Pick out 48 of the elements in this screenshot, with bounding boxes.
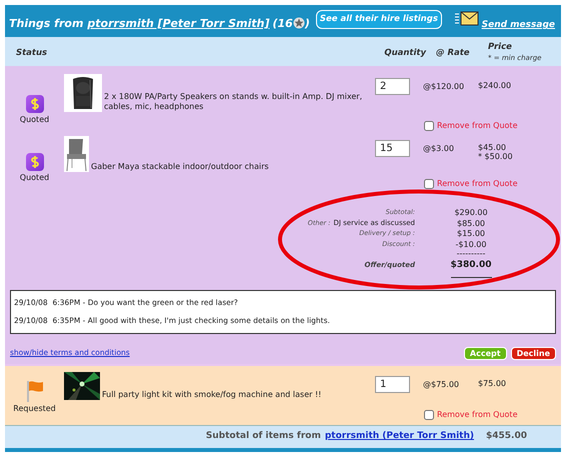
- remove-checkbox[interactable]: [424, 179, 434, 189]
- dollar-icon: [26, 95, 44, 113]
- summary-value: -$10.00: [454, 240, 488, 250]
- decline-button[interactable]: Decline: [510, 346, 556, 360]
- status-label: Quoted: [20, 114, 50, 126]
- flag-icon: [26, 380, 44, 402]
- summary-value: $85.00: [456, 218, 486, 229]
- envelope-icon: [454, 10, 479, 26]
- price-text: $75.00: [478, 378, 507, 388]
- rating-close: ): [304, 16, 310, 32]
- send-message-link[interactable]: Send message: [482, 19, 555, 33]
- quantity-field[interactable]: 15: [375, 140, 410, 157]
- status-label: Quoted: [20, 172, 50, 184]
- remove-link[interactable]: Remove from Quote: [437, 408, 518, 420]
- column-header: Quantity: [384, 47, 426, 60]
- summary-value: $15.00: [456, 229, 486, 240]
- rate-text: @$75.00: [422, 378, 460, 390]
- column-header: @ Rate: [435, 47, 471, 60]
- remove-link[interactable]: Remove from Quote: [437, 120, 518, 132]
- offer-total: $380.00: [450, 260, 492, 278]
- quantity-field[interactable]: 1: [375, 376, 410, 392]
- item-description: 2 x 180W PA/Party Speakers on stands w. built-in Amp. DJ mixer, cables, mic, headphones: [104, 92, 364, 112]
- item-description: Full party light kit with smoke/fog machine and laser !!: [102, 390, 322, 400]
- subtotal-label: Subtotal of items from: [206, 430, 321, 443]
- item-description: Gaber Maya stackable indoor/outdoor chairs: [91, 162, 269, 172]
- seller-link[interactable]: ptorrsmith (Peter Torr Smith): [324, 430, 474, 444]
- remove-checkbox[interactable]: [424, 410, 434, 420]
- accept-button[interactable]: Accept: [464, 346, 507, 360]
- column-header: Status: [15, 47, 48, 60]
- price-text: $45.00: [478, 143, 507, 152]
- rating-count: (16: [272, 16, 293, 32]
- rate-text: @$3.00: [422, 143, 455, 155]
- seller-link[interactable]: ptorrsmith [Peter Torr Smith]: [87, 16, 270, 32]
- remove-checkbox[interactable]: [424, 121, 434, 131]
- min-charge-text: * $50.00: [478, 152, 514, 161]
- column-header: Price: [488, 42, 513, 52]
- remove-link[interactable]: Remove from Quote: [437, 178, 518, 190]
- dollar-icon: [26, 153, 44, 171]
- header-title: Things from: [9, 16, 84, 32]
- star-icon: [292, 17, 305, 29]
- subtotal-value: $455.00: [486, 430, 527, 443]
- summary-rule: ----------: [456, 250, 486, 258]
- rate-text: @$120.00: [422, 81, 466, 93]
- quantity-field[interactable]: 2: [375, 78, 410, 95]
- price-text: $240.00: [478, 81, 512, 90]
- status-label: Requested: [13, 402, 56, 414]
- summary-value: $290.00: [453, 208, 489, 218]
- listings-button[interactable]: See all their hire listings: [316, 10, 442, 28]
